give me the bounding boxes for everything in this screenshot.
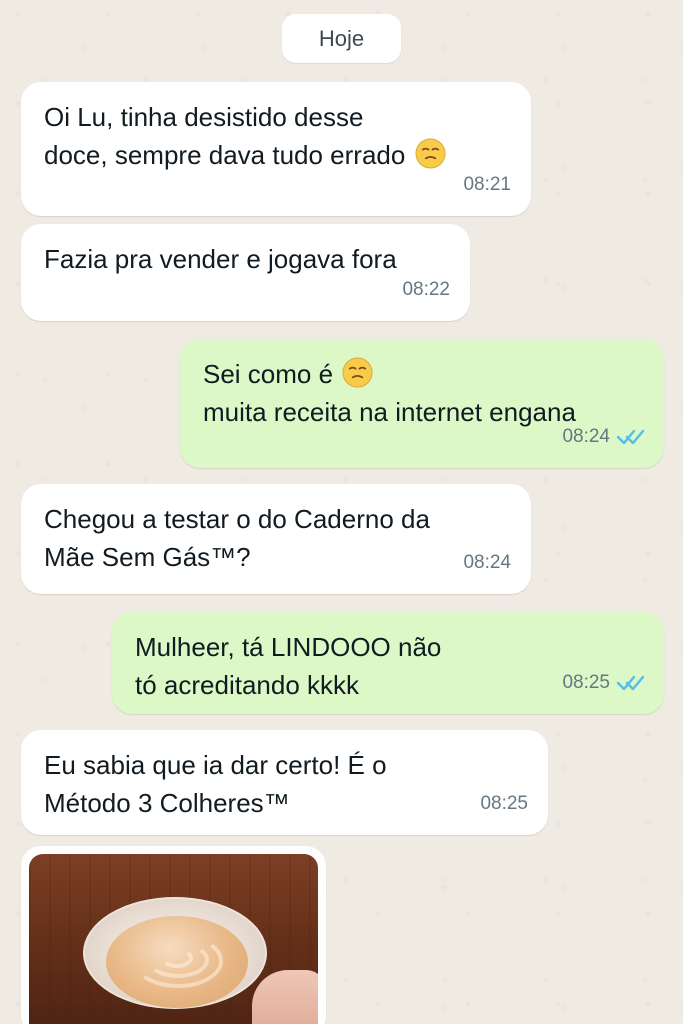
message-line: Oi Lu, tinha desistido desse bbox=[44, 102, 364, 132]
message-time: 08:21 bbox=[463, 174, 511, 195]
pensive-face-emoji bbox=[415, 138, 446, 169]
message-meta: 08:22 bbox=[402, 271, 450, 309]
date-divider: Hoje bbox=[282, 14, 401, 63]
message-meta: 08:25 bbox=[480, 785, 528, 823]
message-line: Eu sabia que ia dar certo! É o bbox=[44, 750, 387, 780]
outgoing-message-bubble[interactable]: Sei como é muita receita na internet eng… bbox=[180, 339, 664, 468]
incoming-message-bubble[interactable]: Chegou a testar o do Caderno da Mãe Sem … bbox=[21, 484, 531, 594]
double-check-icon bbox=[616, 429, 645, 445]
outgoing-message-bubble[interactable]: Mulheer, tá LINDOOO não tó acreditando k… bbox=[112, 612, 664, 714]
message-line: Sei como é bbox=[203, 359, 334, 389]
pensive-face-emoji bbox=[342, 357, 373, 388]
chat-screen: Hoje Oi Lu, tinha desistido desse doce, … bbox=[0, 0, 683, 1024]
message-time: 08:24 bbox=[463, 552, 511, 573]
message-time: 08:22 bbox=[402, 279, 450, 300]
message-meta: 08:25 bbox=[562, 664, 646, 702]
message-line: doce, sempre dava tudo errado bbox=[44, 140, 406, 170]
photo-message-bubble[interactable] bbox=[21, 846, 326, 1024]
message-meta: 08:24 bbox=[562, 418, 646, 456]
incoming-message-bubble[interactable]: Fazia pra vender e jogava fora 08:22 bbox=[21, 224, 470, 321]
message-line: Mulheer, tá LINDOOO não bbox=[135, 632, 442, 662]
incoming-message-bubble[interactable]: Eu sabia que ia dar certo! É o Método 3 … bbox=[21, 730, 548, 835]
message-time: 08:25 bbox=[480, 793, 528, 814]
date-label: Hoje bbox=[318, 25, 365, 51]
double-check-icon bbox=[616, 675, 645, 691]
message-time: 08:25 bbox=[562, 672, 610, 693]
hand-holding-cup bbox=[252, 970, 318, 1024]
cream-swirl bbox=[161, 948, 193, 968]
message-line: Método 3 Colheres™ bbox=[44, 788, 290, 818]
message-meta: 08:21 bbox=[463, 166, 511, 204]
message-line: Fazia pra vender e jogava fora bbox=[44, 244, 397, 274]
incoming-message-bubble[interactable]: Oi Lu, tinha desistido desse doce, sempr… bbox=[21, 82, 531, 216]
message-time: 08:24 bbox=[562, 426, 610, 447]
message-line: Mãe Sem Gás™? bbox=[44, 542, 251, 572]
message-line: Chegou a testar o do Caderno da bbox=[44, 504, 430, 534]
dessert-photo[interactable] bbox=[29, 854, 318, 1024]
message-meta: 08:24 bbox=[463, 544, 511, 582]
